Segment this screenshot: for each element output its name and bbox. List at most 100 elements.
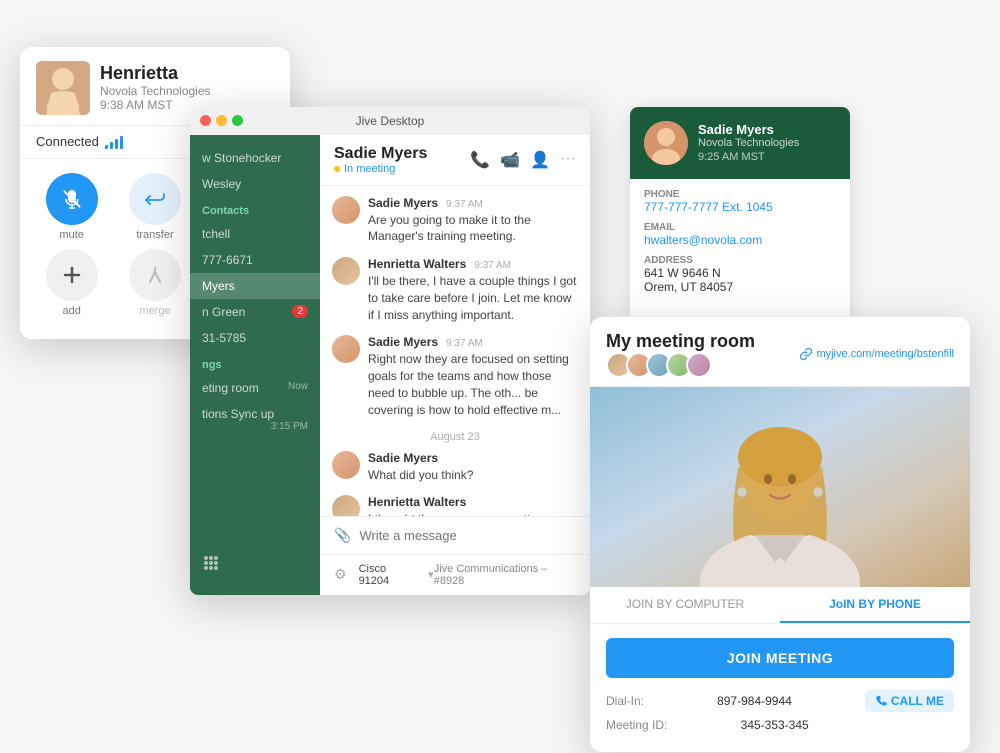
msg-sender-2: Henrietta Walters [368, 257, 466, 271]
minimize-dot[interactable] [216, 115, 227, 126]
mute-button[interactable]: mute [46, 173, 98, 241]
maximize-dot[interactable] [232, 115, 243, 126]
toolbar-left: ⚙ Cisco 91204 ▾ [334, 563, 434, 587]
tab-computer-label: JOIN BY COMPUTER [626, 597, 744, 611]
phone-small-icon [875, 695, 887, 707]
sidebar-item-meeting-room[interactable]: eting room Now [190, 375, 320, 401]
msg-meta-4: Sadie Myers [368, 451, 578, 465]
meeting-tabs: JOIN BY COMPUTER JoIN BY PHONE [590, 587, 970, 624]
sidebar-item-tchell[interactable]: tchell [190, 221, 320, 247]
sidebar-item-31-5785[interactable]: 31-5785 [190, 325, 320, 351]
msg-meta-5: Henrietta Walters [368, 495, 578, 509]
message-1: Sadie Myers 9:37 AM Are you going to mak… [332, 196, 578, 246]
msg-text-1: Are you going to make it to the Manager'… [368, 212, 578, 246]
address-detail-label: Address [644, 255, 836, 266]
close-dot[interactable] [200, 115, 211, 126]
app-titlebar: Jive Desktop [190, 107, 590, 135]
add-person-icon[interactable]: 👤 [530, 150, 550, 170]
connected-label: Connected [36, 134, 99, 149]
meeting-id-row: Meeting ID: 345-353-345 [606, 718, 954, 732]
settings-icon[interactable]: ⚙ [334, 566, 347, 583]
contact-card-header: Sadie Myers Novola Technologies 9:25 AM … [630, 107, 850, 179]
join-meeting-button[interactable]: JOIN MEETING [606, 638, 954, 678]
phone-info: Henrietta Novola Technologies 9:38 AM MS… [100, 63, 211, 112]
line-info: Jive Communications – #8928 [434, 563, 576, 587]
message-4: Sadie Myers What did you think? [332, 451, 578, 484]
meeting-link-text: myjive.com/meeting/bstenfill [816, 348, 954, 360]
transfer-icon [129, 173, 181, 225]
address-detail-value: 641 W 9646 NOrem, UT 84057 [644, 266, 836, 294]
phone-icon[interactable]: 📞 [470, 150, 490, 170]
status-dot [334, 166, 340, 172]
address-detail: Address 641 W 9646 NOrem, UT 84057 [644, 255, 836, 294]
msg-avatar-henrietta [332, 257, 360, 285]
msg-content-5: Henrietta Walters I thought there was so… [368, 495, 578, 515]
meeting-video [590, 387, 970, 587]
meeting-link[interactable]: myjive.com/meeting/bstenfill [800, 348, 954, 360]
msg-content-1: Sadie Myers 9:37 AM Are you going to mak… [368, 196, 578, 246]
sidebar-item-sync[interactable]: tions Sync up 3:15 PM [190, 401, 320, 438]
msg-text-2: I'll be there, I have a couple things I … [368, 273, 578, 323]
more-icon[interactable]: ··· [560, 150, 576, 170]
msg-time-3: 9:37 AM [446, 338, 483, 349]
mute-icon [46, 173, 98, 225]
msg-sender-5: Henrietta Walters [368, 495, 466, 509]
meeting-participant-5 [686, 352, 712, 378]
msg-avatar-sadie-2 [332, 335, 360, 363]
add-button[interactable]: add [46, 249, 98, 317]
msg-sender-4: Sadie Myers [368, 451, 438, 465]
sidebar-item-myers[interactable]: Myers [190, 273, 320, 299]
phone-detail-value: 777-777-7777 Ext. 1045 [644, 200, 836, 214]
sidebar-item-wesley[interactable]: Wesley [190, 171, 320, 197]
chat-toolbar: ⚙ Cisco 91204 ▾ Jive Communications – #8… [320, 554, 590, 595]
add-icon [46, 249, 98, 301]
video-icon[interactable]: 📹 [500, 150, 520, 170]
green-badge: 2 [292, 305, 308, 318]
tab-join-computer[interactable]: JOIN BY COMPUTER [590, 587, 780, 623]
meeting-id-label: Meeting ID: [606, 718, 667, 732]
merge-icon [129, 249, 181, 301]
signal-icon [105, 135, 123, 149]
sidebar-item-green[interactable]: n Green 2 [190, 299, 320, 325]
contact-card-company: Novola Technologies [698, 137, 799, 149]
chat-contact-name: Sadie Myers [334, 145, 427, 163]
email-detail: Email hwalters@novola.com [644, 222, 836, 247]
app-title: Jive Desktop [356, 114, 425, 128]
contact-card-detail: Phone 777-777-7777 Ext. 1045 Email hwalt… [630, 179, 850, 312]
call-me-button[interactable]: CALL ME [865, 690, 954, 712]
sidebar-bottom [190, 546, 320, 585]
desktop-app: Jive Desktop w Stonehocker Wesley Contac… [190, 107, 590, 595]
meeting-avatars [606, 352, 755, 378]
chat-area: Sadie Myers In meeting 📞 📹 👤 ··· [320, 135, 590, 595]
dial-in-row: Dial-In: 897-984-9944 CALL ME [606, 690, 954, 712]
link-icon [800, 348, 812, 360]
msg-time-2: 9:37 AM [474, 260, 511, 271]
meeting-header-left: My meeting room [606, 331, 755, 378]
msg-content-4: Sadie Myers What did you think? [368, 451, 578, 484]
contact-card-name: Sadie Myers [698, 122, 799, 137]
msg-text-3: Right now they are focused on setting go… [368, 351, 578, 418]
email-detail-value: hwalters@novola.com [644, 233, 836, 247]
message-5: Henrietta Walters I thought there was so… [332, 495, 578, 515]
date-divider: August 23 [332, 431, 578, 443]
msg-avatar-henrietta-2 [332, 495, 360, 515]
chat-status: In meeting [334, 163, 427, 175]
transfer-button[interactable]: transfer [129, 173, 181, 241]
add-label: add [62, 305, 80, 317]
video-background [590, 387, 970, 587]
app-sidebar: w Stonehocker Wesley Contacts tchell 777… [190, 135, 320, 595]
sidebar-item-stonehocker[interactable]: w Stonehocker [190, 145, 320, 171]
transfer-label: transfer [136, 229, 173, 241]
chat-messages: Sadie Myers 9:37 AM Are you going to mak… [320, 186, 590, 516]
dial-in-label: Dial-In: [606, 694, 644, 708]
message-3: Sadie Myers 9:37 AM Right now they are f… [332, 335, 578, 418]
chat-input[interactable] [359, 528, 576, 543]
caller-company: Novola Technologies [100, 84, 211, 98]
tab-join-phone[interactable]: JoIN BY PHONE [780, 587, 970, 623]
app-body: w Stonehocker Wesley Contacts tchell 777… [190, 135, 590, 595]
apps-grid-icon[interactable] [202, 554, 220, 572]
merge-button[interactable]: merge [129, 249, 181, 317]
chat-icons: 📞 📹 👤 ··· [470, 150, 576, 170]
sidebar-item-phone[interactable]: 777-6671 [190, 247, 320, 273]
status-label: In meeting [344, 163, 395, 175]
